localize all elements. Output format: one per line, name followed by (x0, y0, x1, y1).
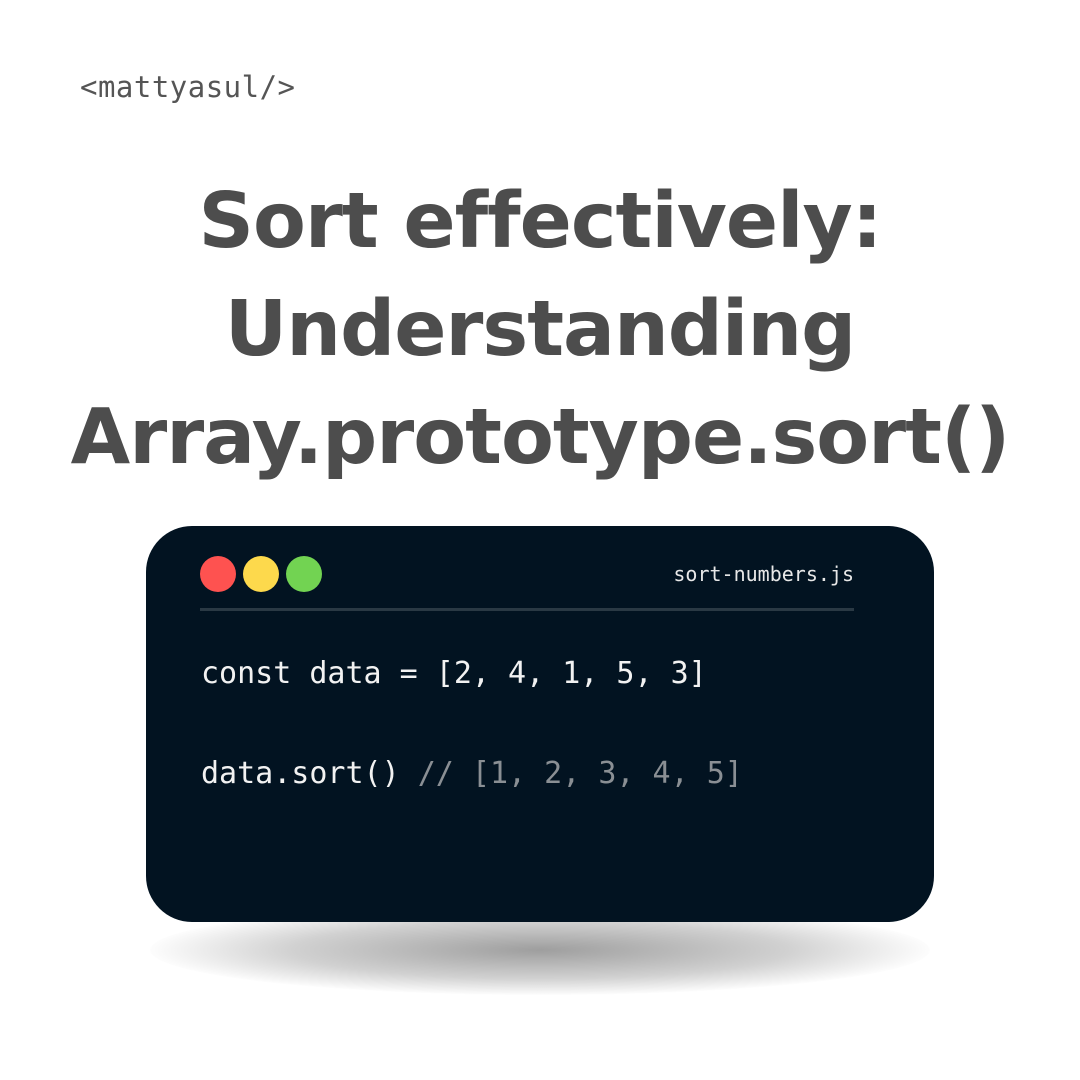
code-window: sort-numbers.js const data = [2, 4, 1, 5… (146, 526, 934, 922)
headline-line-3: Array.prototype.sort() (70, 393, 1011, 482)
file-name: sort-numbers.js (673, 562, 854, 586)
maximize-dot-icon (286, 556, 322, 592)
brand-handle: <mattyasul/> (80, 70, 296, 104)
divider (200, 608, 854, 611)
headline: Sort effectively: Understanding Array.pr… (0, 168, 1080, 492)
headline-line-1: Sort effectively: (198, 177, 882, 266)
minimize-dot-icon (243, 556, 279, 592)
post-canvas: <mattyasul/> Sort effectively: Understan… (0, 0, 1080, 1080)
window-controls (200, 556, 322, 592)
close-dot-icon (200, 556, 236, 592)
code-line-2: data.sort() // [1, 2, 3, 4, 5] (201, 756, 743, 791)
code-text: const data = [2, 4, 1, 5, 3] (201, 656, 707, 691)
headline-line-2: Understanding (224, 285, 857, 374)
code-comment: // [1, 2, 3, 4, 5] (417, 756, 743, 791)
code-text: data.sort() (201, 756, 418, 791)
code-line-1: const data = [2, 4, 1, 5, 3] (201, 656, 707, 691)
